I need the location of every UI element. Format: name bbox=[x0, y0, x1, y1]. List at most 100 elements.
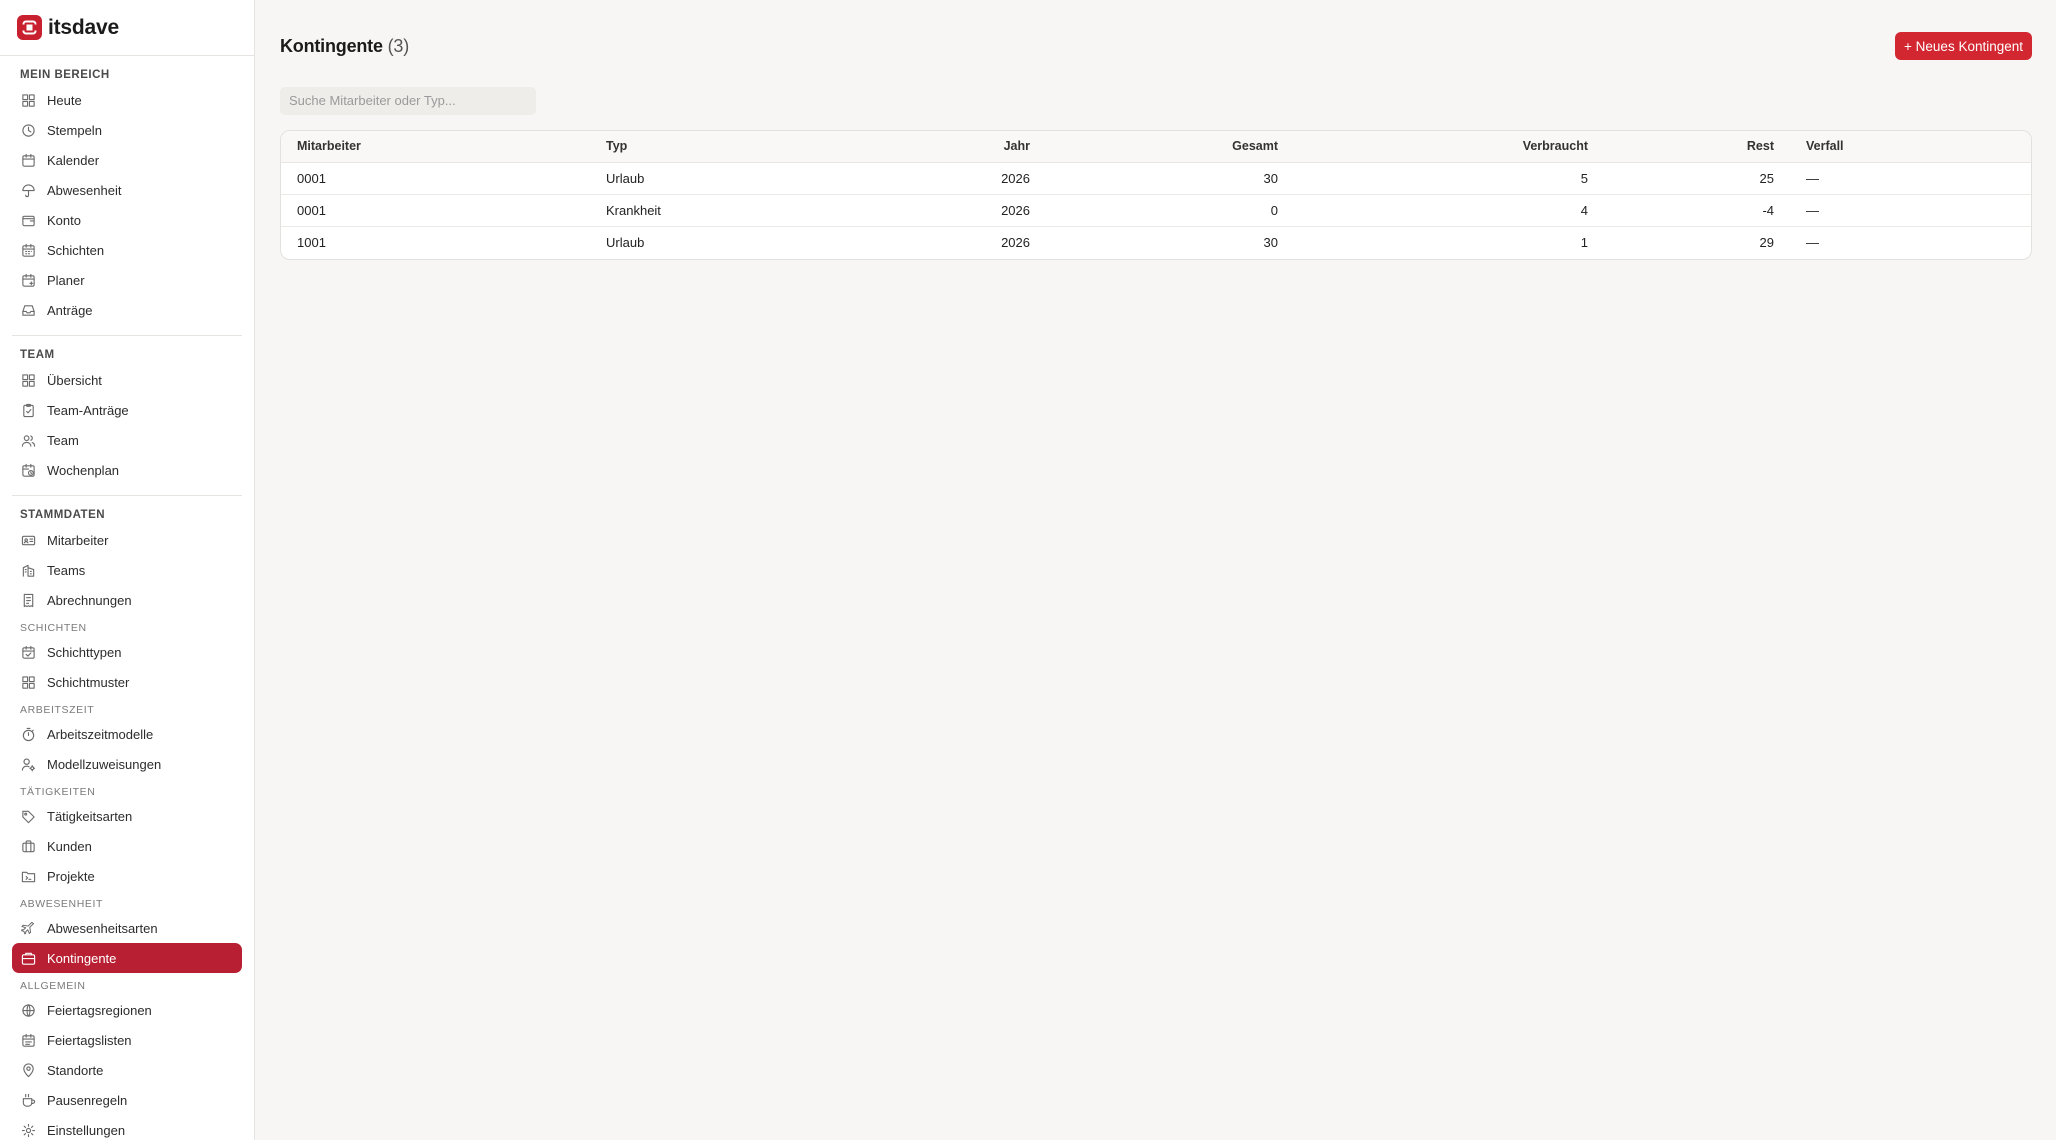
sidebar-item-konto[interactable]: Konto bbox=[12, 205, 242, 235]
wallet-icon bbox=[20, 212, 36, 228]
page-title: Kontingente (3) bbox=[280, 36, 409, 57]
sidebar-item-projekte[interactable]: Projekte bbox=[12, 861, 242, 891]
new-kontingent-button[interactable]: + Neues Kontingent bbox=[1895, 32, 2032, 60]
sidebar-item-label: Teams bbox=[47, 562, 86, 578]
cell-rest: -4 bbox=[1604, 194, 1790, 227]
cell-jahr: 2026 bbox=[830, 194, 1046, 227]
sidebar-item-feiertagslisten[interactable]: Feiertagslisten bbox=[12, 1025, 242, 1055]
sidebar-item-kunden[interactable]: Kunden bbox=[12, 831, 242, 861]
sidebar-item-wochenplan[interactable]: Wochenplan bbox=[12, 455, 242, 485]
sidebar-section-stammdaten: Stammdaten Mitarbeiter Teams Abrechnungen Sc… bbox=[12, 496, 242, 1140]
sidebar-item-label: Feiertagsregionen bbox=[47, 1002, 152, 1018]
tag-icon bbox=[20, 808, 36, 824]
sidebar-item-standorte[interactable]: Standorte bbox=[12, 1055, 242, 1085]
column-header-verfall[interactable]: Verfall bbox=[1790, 130, 2031, 163]
sidebar-item-schichten[interactable]: Schichten bbox=[12, 235, 242, 265]
grid-icon bbox=[20, 372, 36, 388]
cell-jahr: 2026 bbox=[830, 162, 1046, 195]
ticket-icon bbox=[20, 950, 36, 966]
sidebar-item-abwesenheitsarten[interactable]: Abwesenheitsarten bbox=[12, 913, 242, 943]
sidebar-item-label: Konto bbox=[47, 212, 81, 228]
sidebar-item-label: Schichtmuster bbox=[47, 674, 130, 690]
sidebar-item-team[interactable]: Team bbox=[12, 425, 242, 455]
cell-gesamt: 30 bbox=[1263, 235, 1278, 251]
sidebar-item-label: Wochenplan bbox=[47, 462, 120, 478]
sidebar-nav: Mein Bereich Heute Stempeln Kalender Abwesen… bbox=[0, 56, 254, 1140]
sidebar-item-label: Abrechnungen bbox=[47, 592, 132, 608]
cell-gesamt: 0 bbox=[1046, 194, 1294, 227]
cell-mitarbeiter: 0001 bbox=[281, 162, 590, 195]
table-row[interactable]: 1001 Urlaub 2026 30 1 29 — bbox=[281, 227, 2031, 259]
sidebar-item-teams[interactable]: Teams bbox=[12, 555, 242, 585]
sidebar-item-kalender[interactable]: Kalender bbox=[12, 145, 242, 175]
briefcase-icon bbox=[20, 838, 36, 854]
sidebar-item-antraege[interactable]: Anträge bbox=[12, 295, 242, 325]
sidebar-item-arbeitszeitmodelle[interactable]: Arbeitszeitmodelle bbox=[12, 719, 242, 749]
sidebar: itsdave Mein Bereich Heute Stempeln Kalende… bbox=[0, 0, 255, 1140]
sidebar-item-schichttypen[interactable]: Schichttypen bbox=[12, 637, 242, 667]
sidebar-item-pausenregeln[interactable]: Pausenregeln bbox=[12, 1085, 242, 1115]
brand[interactable]: itsdave bbox=[0, 0, 254, 56]
sidebar-item-label: Anträge bbox=[47, 302, 93, 318]
cell-verbraucht: 5 bbox=[1294, 162, 1604, 195]
calendar-check-icon bbox=[20, 644, 36, 660]
sidebar-item-label: Abwesenheitsarten bbox=[47, 920, 158, 936]
sidebar-item-label: Team-Anträge bbox=[47, 402, 129, 418]
sidebar-section-mein-bereich: Mein Bereich Heute Stempeln Kalender Abwesen… bbox=[12, 56, 242, 336]
plane-icon bbox=[20, 920, 36, 936]
sidebar-item-label: Schichttypen bbox=[47, 644, 122, 660]
gear-icon bbox=[20, 1122, 36, 1138]
sidebar-item-feiertagsregionen[interactable]: Feiertagsregionen bbox=[12, 995, 242, 1025]
column-header-gesamt[interactable]: Gesamt bbox=[1046, 130, 1294, 163]
column-header-mitarbeiter[interactable]: Mitarbeiter bbox=[281, 130, 590, 163]
sidebar-item-label: Mitarbeiter bbox=[47, 532, 109, 548]
sidebar-item-abwesenheit[interactable]: Abwesenheit bbox=[12, 175, 242, 205]
sidebar-subsection-title: Allgemein bbox=[20, 980, 86, 992]
cell-typ: Urlaub bbox=[606, 235, 645, 251]
search-input[interactable] bbox=[280, 86, 536, 115]
map-pin-icon bbox=[20, 1062, 36, 1078]
sidebar-item-stempeln[interactable]: Stempeln bbox=[12, 115, 242, 145]
sidebar-item-taetigkeitsarten[interactable]: Tätigkeitsarten bbox=[12, 801, 242, 831]
sidebar-item-label: Stempeln bbox=[47, 122, 102, 138]
sidebar-subsection-title: Tätigkeiten bbox=[20, 786, 96, 798]
sidebar-item-label: Übersicht bbox=[47, 372, 102, 388]
column-header-typ[interactable]: Typ bbox=[590, 130, 830, 163]
sidebar-item-modellzuweisungen[interactable]: Modellzuweisungen bbox=[12, 749, 242, 779]
umbrella-icon bbox=[20, 182, 36, 198]
sidebar-item-team-antraege[interactable]: Team-Anträge bbox=[12, 395, 242, 425]
inbox-icon bbox=[20, 302, 36, 318]
sidebar-item-abrechnungen[interactable]: Abrechnungen bbox=[12, 585, 242, 615]
sidebar-item-label: Heute bbox=[47, 92, 82, 108]
sidebar-item-schichtmuster[interactable]: Schichtmuster bbox=[12, 667, 242, 697]
table-row[interactable]: 0001 Krankheit 2026 0 4 -4— bbox=[281, 194, 2031, 227]
building-icon bbox=[20, 562, 36, 578]
sidebar-item-heute[interactable]: Heute bbox=[12, 85, 242, 115]
calendar-list-icon bbox=[20, 1032, 36, 1048]
grid-icon bbox=[20, 674, 36, 690]
cell-jahr: 2026 bbox=[1001, 235, 1030, 251]
calendar-icon bbox=[20, 152, 36, 168]
sidebar-item-planer[interactable]: Planer bbox=[12, 265, 242, 295]
receipt-icon bbox=[20, 592, 36, 608]
sidebar-item-kontingente[interactable]: Kontingente bbox=[12, 943, 242, 973]
column-header-rest[interactable]: Rest bbox=[1604, 130, 1790, 163]
cell-rest: 25 bbox=[1604, 162, 1790, 195]
sidebar-item-einstellungen[interactable]: Einstellungen bbox=[12, 1115, 242, 1140]
sidebar-item-label: Planer bbox=[47, 272, 85, 288]
table-row[interactable]: 0001 Urlaub 2026 30 5 25— bbox=[281, 162, 2031, 195]
main-content: Kontingente (3) + Neues Kontingent Mitar… bbox=[255, 0, 2056, 1140]
folder-icon bbox=[20, 868, 36, 884]
cell-verfall: — bbox=[1806, 235, 1819, 251]
sidebar-item-label: Kontingente bbox=[47, 950, 117, 966]
cell-verfall: — bbox=[1790, 162, 2031, 195]
sidebar-item-uebersicht[interactable]: Übersicht bbox=[12, 365, 242, 395]
kontingente-table: Mitarbeiter Typ Jahr Gesamt Verbraucht R… bbox=[280, 129, 2032, 260]
column-header-verbraucht[interactable]: Verbraucht bbox=[1294, 130, 1604, 163]
sidebar-item-mitarbeiter[interactable]: Mitarbeiter bbox=[12, 525, 242, 555]
cell-mitarbeiter: 1001 bbox=[297, 235, 326, 251]
table-header-row: Mitarbeiter Typ Jahr Gesamt Verbraucht R… bbox=[281, 130, 2031, 163]
clipboard-icon bbox=[20, 402, 36, 418]
users-icon bbox=[20, 432, 36, 448]
column-header-jahr[interactable]: Jahr bbox=[830, 130, 1046, 163]
